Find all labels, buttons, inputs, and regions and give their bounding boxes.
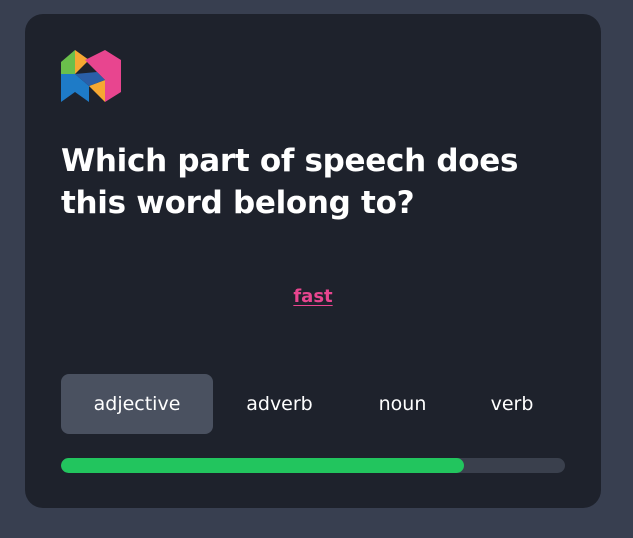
answer-options: adjective adverb noun verb <box>61 374 565 434</box>
progress-bar-fill <box>61 458 465 473</box>
progress-bar <box>61 458 565 473</box>
question-text: Which part of speech does this word belo… <box>61 143 519 221</box>
quiz-card: Which part of speech does this word belo… <box>25 14 601 508</box>
option-verb-button[interactable]: verb <box>459 374 565 434</box>
target-word: fast <box>293 286 333 307</box>
option-adjective-button[interactable]: adjective <box>61 374 213 434</box>
brand-logo-icon <box>61 50 121 102</box>
option-noun-button[interactable]: noun <box>346 374 459 434</box>
option-adverb-button[interactable]: adverb <box>213 374 346 434</box>
